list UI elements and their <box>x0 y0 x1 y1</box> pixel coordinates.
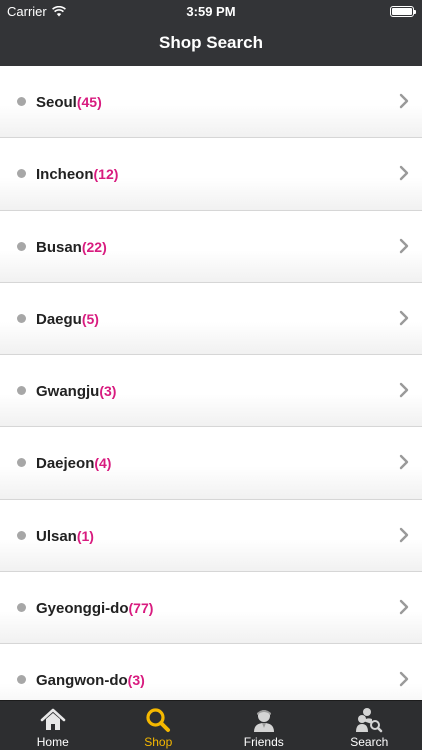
region-name: Ulsan <box>36 527 77 545</box>
list-item-seoul[interactable]: Seoul(45) <box>0 66 422 139</box>
bullet-icon <box>17 169 26 179</box>
chevron-right-icon <box>399 599 409 615</box>
shop-count: (3) <box>127 672 145 689</box>
region-name: Gangwon-do <box>36 672 128 690</box>
header: Carrier 3:59 PM Shop Search <box>0 0 422 66</box>
chevron-right-icon <box>399 166 409 181</box>
region-name: Daegu <box>36 310 82 328</box>
shop-count: (77) <box>128 600 154 617</box>
tab-label: Friends <box>243 735 284 749</box>
status-bar: Carrier 3:59 PM <box>0 0 422 22</box>
tab-label: Search <box>350 735 389 749</box>
bullet-icon <box>17 675 26 685</box>
bullet-icon <box>17 530 26 540</box>
list-item-busan[interactable]: Busan(22) <box>0 210 422 283</box>
shop-count: (45) <box>76 94 102 110</box>
shop-count: (5) <box>81 310 99 327</box>
list-item-incheon[interactable]: Incheon(12) <box>0 138 422 211</box>
tab-shop[interactable]: Shop <box>106 701 212 750</box>
friends-icon <box>253 710 274 732</box>
people-search-icon <box>356 708 383 733</box>
region-name: Gwangju <box>36 383 100 401</box>
list-item-gangwon-do[interactable]: Gangwon-do(3) <box>0 644 422 700</box>
list-item-gwangju[interactable]: Gwangju(3) <box>0 355 422 428</box>
list-item-gyeonggi-do[interactable]: Gyeonggi-do(77) <box>0 572 422 645</box>
shop-count: (4) <box>94 455 112 472</box>
region-name: Incheon <box>36 166 94 184</box>
bullet-icon <box>17 458 26 468</box>
tab-search[interactable]: Search <box>317 701 422 750</box>
region-name: Gyeonggi-do <box>36 600 129 618</box>
tab-friends[interactable]: Friends <box>211 701 317 750</box>
chevron-right-icon <box>399 93 409 109</box>
list-item-daejeon[interactable]: Daejeon(4) <box>0 427 422 500</box>
chevron-right-icon <box>399 238 409 253</box>
shop-count: (1) <box>76 527 94 544</box>
shop-count: (3) <box>99 383 117 400</box>
bullet-icon <box>17 603 26 613</box>
list-item-daegu[interactable]: Daegu(5) <box>0 282 422 356</box>
list-item-ulsan[interactable]: Ulsan(1) <box>0 499 422 573</box>
battery-icon <box>390 6 416 17</box>
tab-bar: Home Shop Friends Search <box>0 700 422 750</box>
bullet-icon <box>17 241 26 251</box>
chevron-right-icon <box>399 310 409 326</box>
status-time: 3:59 PM <box>186 4 236 19</box>
chevron-right-icon <box>399 672 409 687</box>
tab-label: Home <box>36 735 69 749</box>
page-title: Shop Search <box>159 33 263 52</box>
chevron-right-icon <box>399 455 409 470</box>
region-name: Seoul <box>36 94 77 111</box>
region-list: Seoul(45) Incheon(12) Busan(22) Daegu(5)… <box>0 66 422 700</box>
tab-label: Shop <box>144 735 173 749</box>
search-icon <box>146 708 171 732</box>
bullet-icon <box>17 386 26 396</box>
bullet-icon <box>17 313 26 323</box>
bullet-icon <box>17 97 26 106</box>
shop-count: (12) <box>93 166 119 183</box>
shop-count: (22) <box>81 238 107 255</box>
region-name: Daejeon <box>36 455 95 473</box>
chevron-right-icon <box>399 382 409 398</box>
chevron-right-icon <box>399 527 409 542</box>
tab-home[interactable]: Home <box>0 701 106 750</box>
region-name: Busan <box>36 238 82 256</box>
home-icon <box>40 708 66 730</box>
